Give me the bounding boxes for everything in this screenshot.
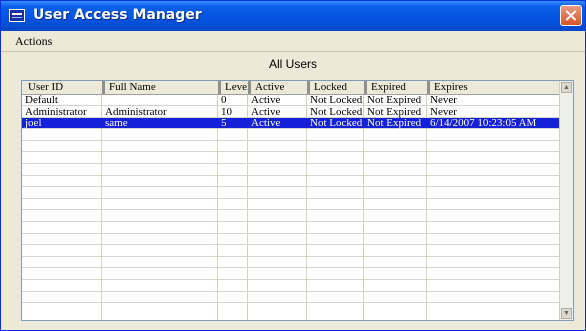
users-table[interactable]: User ID Full Name Level Active Locked Expired… bbox=[21, 80, 574, 321]
column-header[interactable]: Expired bbox=[364, 81, 427, 94]
chevron-down-icon[interactable]: ▼ bbox=[561, 308, 572, 319]
menu-actions[interactable]: Actions bbox=[15, 34, 52, 49]
chevron-up-icon[interactable]: ▲ bbox=[561, 82, 572, 93]
table-row[interactable]: Administrator Administrator 10 Active Not Lo… bbox=[22, 107, 560, 118]
table-cell: Not Expired bbox=[367, 95, 422, 106]
table-row[interactable] bbox=[22, 269, 560, 280]
table-row[interactable] bbox=[22, 292, 560, 304]
table-row[interactable] bbox=[22, 141, 560, 153]
table-row[interactable] bbox=[22, 223, 560, 234]
table-row[interactable] bbox=[22, 246, 560, 257]
table-cell: same bbox=[105, 118, 128, 130]
table-cell: joel bbox=[25, 118, 42, 130]
table-cell: Never bbox=[430, 106, 457, 118]
table-cell: Active bbox=[251, 106, 281, 118]
user-access-manager-window: User Access Manager Actions All Users Us… bbox=[0, 0, 586, 331]
table-row[interactable] bbox=[22, 188, 560, 199]
table-row[interactable] bbox=[22, 153, 560, 164]
table-cell: Active bbox=[251, 95, 281, 106]
table-row[interactable] bbox=[22, 176, 560, 188]
window-title: User Access Manager bbox=[33, 7, 202, 23]
table-row[interactable] bbox=[22, 211, 560, 222]
table-row[interactable] bbox=[22, 165, 560, 176]
column-header[interactable]: User ID bbox=[22, 81, 102, 94]
table-row[interactable]: joel same 5 Active Not Locked Not Expired 6/14… bbox=[22, 118, 560, 130]
table-cell: Default bbox=[25, 95, 58, 106]
column-header[interactable]: Active bbox=[248, 81, 307, 94]
column-header[interactable]: Locked bbox=[307, 81, 364, 94]
column-header[interactable]: Level bbox=[218, 81, 248, 94]
vertical-scrollbar[interactable]: ▲ ▼ bbox=[559, 81, 573, 320]
table-cell: Not Locked bbox=[310, 95, 363, 106]
column-header[interactable]: Full Name bbox=[102, 81, 218, 94]
table-row[interactable]: Default 0 Active Not Locked Not Expired Never bbox=[22, 95, 560, 106]
table-row[interactable] bbox=[22, 281, 560, 292]
group-label: All Users bbox=[268, 57, 317, 71]
table-cell: Administrator bbox=[105, 106, 167, 118]
close-icon[interactable] bbox=[560, 5, 582, 26]
table-cell: 5 bbox=[221, 118, 227, 130]
table-cell: Not Locked bbox=[310, 118, 363, 130]
table-row[interactable] bbox=[22, 257, 560, 269]
table-cell: Active bbox=[251, 118, 281, 130]
table-cell: Not Locked bbox=[310, 106, 363, 118]
table-cell: Not Expired bbox=[367, 118, 422, 130]
table-row[interactable] bbox=[22, 130, 560, 141]
table-cell: 10 bbox=[221, 106, 232, 118]
title-bar[interactable]: User Access Manager bbox=[1, 1, 585, 31]
table-cell: Not Expired bbox=[367, 106, 422, 118]
table-cell: 6/14/2007 10:23:05 AM bbox=[430, 118, 537, 130]
app-icon bbox=[9, 9, 25, 22]
table-cell: 0 bbox=[221, 95, 227, 106]
table-cell: Never bbox=[430, 95, 457, 106]
menu-bar: Actions bbox=[1, 31, 585, 52]
table-row[interactable] bbox=[22, 199, 560, 211]
table-header: User ID Full Name Level Active Locked Expired… bbox=[22, 81, 573, 95]
table-cell: Administrator bbox=[25, 106, 87, 118]
table-row[interactable] bbox=[22, 234, 560, 246]
column-header[interactable]: Expires bbox=[427, 81, 560, 94]
